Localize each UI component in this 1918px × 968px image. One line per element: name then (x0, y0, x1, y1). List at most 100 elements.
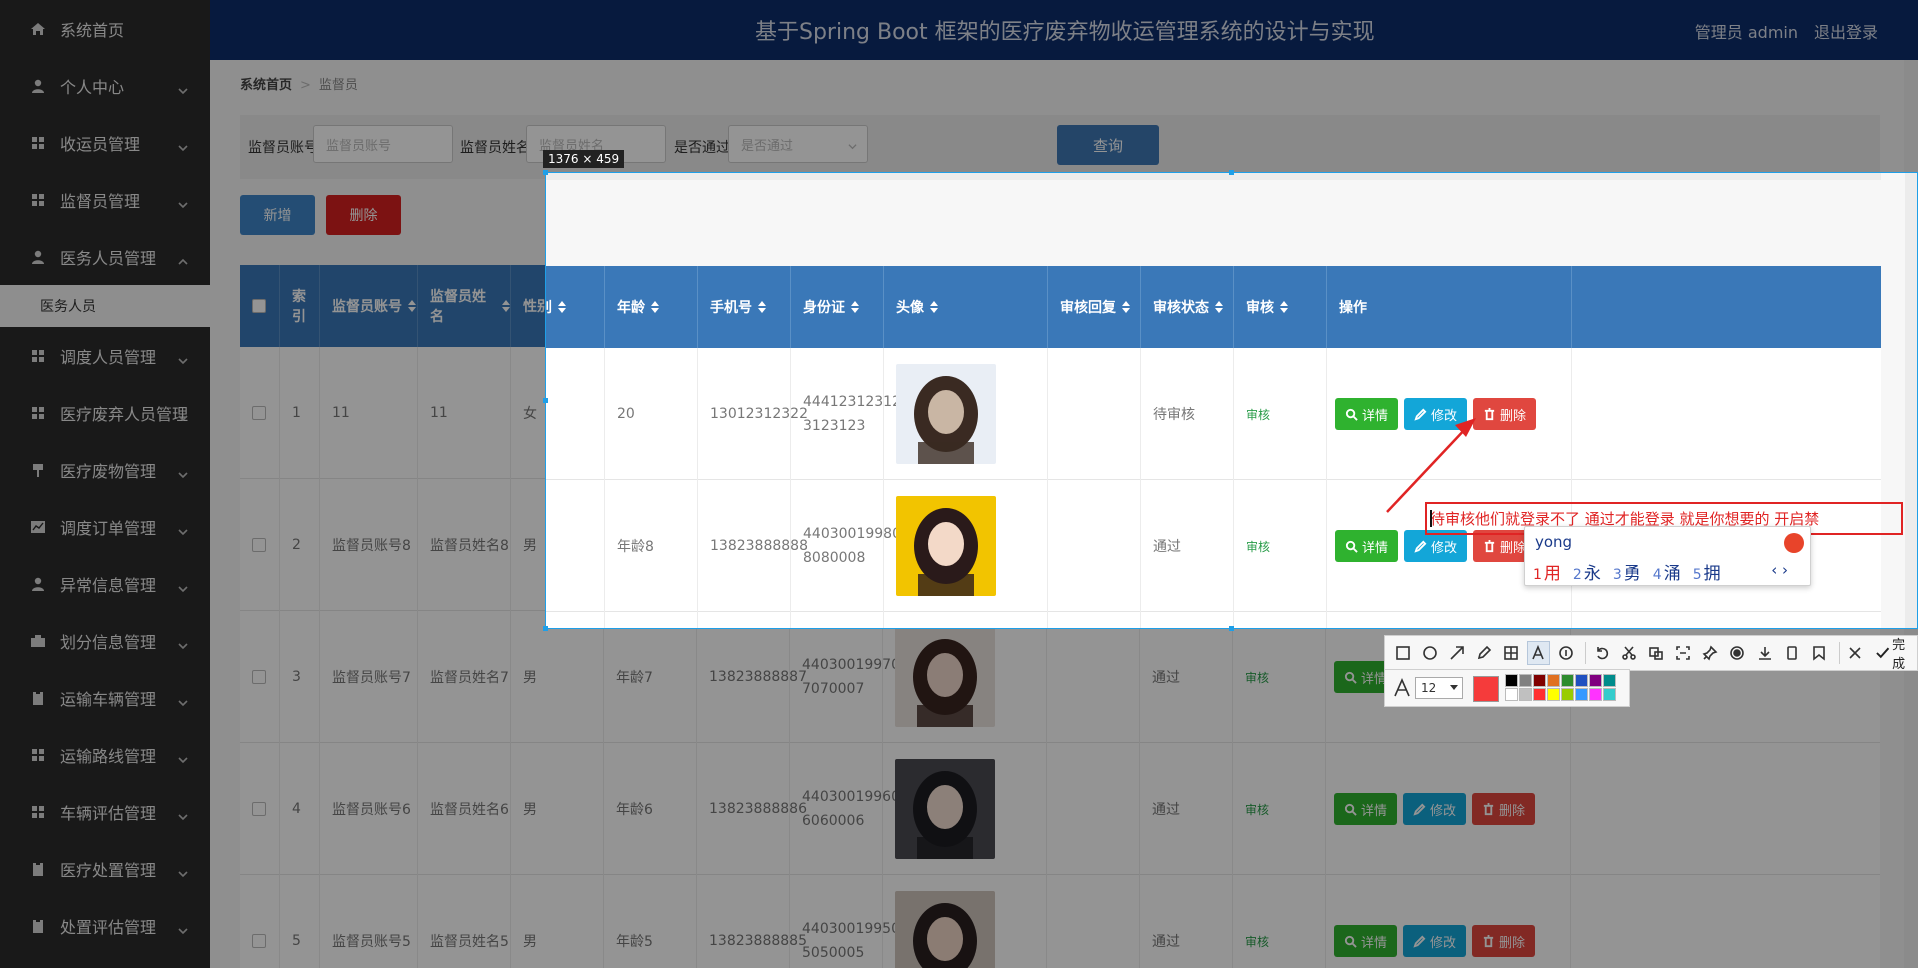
select-all-checkbox[interactable] (252, 299, 266, 313)
done-button[interactable]: 完成 (1875, 634, 1917, 672)
row-checkbox[interactable] (252, 802, 266, 816)
number-icon[interactable] (1554, 641, 1577, 665)
ime-candidate[interactable]: 5拥 (1693, 564, 1721, 584)
edit-button[interactable]: 修改 (1404, 398, 1468, 430)
color-swatch[interactable] (1561, 688, 1574, 701)
download-icon[interactable] (1753, 641, 1776, 665)
edit-button[interactable]: 修改 (1403, 925, 1467, 957)
color-swatch[interactable] (1589, 674, 1602, 687)
pass-select[interactable]: 是否通过 (728, 125, 868, 163)
sidebar-item[interactable]: 收运员管理 (0, 114, 210, 171)
sort-icon[interactable] (558, 301, 566, 313)
remove-button[interactable]: 删除 (1473, 398, 1537, 430)
mosaic-icon[interactable] (1500, 641, 1523, 665)
sidebar-item[interactable]: 个人中心 (0, 57, 210, 114)
translate-icon[interactable] (1644, 641, 1667, 665)
table-row[interactable]: 3监督员账号7监督员姓名7男年龄713823888887440300199707… (546, 612, 1881, 628)
row-checkbox[interactable] (252, 538, 266, 552)
sidebar-item[interactable]: 运输车辆管理 (0, 669, 210, 726)
sort-icon[interactable] (651, 301, 659, 313)
column-header[interactable]: 头像 (884, 266, 1048, 348)
add-button[interactable]: 新增 (240, 195, 315, 235)
sidebar-item[interactable]: 调度人员管理 (0, 327, 210, 384)
sort-icon[interactable] (1280, 301, 1288, 313)
color-swatch[interactable] (1519, 674, 1532, 687)
color-swatch[interactable] (1603, 688, 1616, 701)
column-header[interactable]: 手机号 (698, 266, 791, 348)
resize-handle[interactable] (1229, 626, 1234, 631)
sidebar-item[interactable]: 医疗废弃人员管理 (0, 384, 210, 441)
resize-handle[interactable] (543, 626, 548, 631)
sort-icon[interactable] (758, 301, 766, 313)
sort-icon[interactable] (930, 301, 938, 313)
sidebar-item[interactable]: 医疗处置管理 (0, 840, 210, 897)
arrow-icon[interactable] (1445, 641, 1468, 665)
sidebar-subitem[interactable]: 医务人员 (0, 285, 210, 327)
sidebar-item[interactable]: 异常信息管理 (0, 555, 210, 612)
color-swatch[interactable] (1575, 688, 1588, 701)
color-swatch[interactable] (1589, 688, 1602, 701)
color-swatch[interactable] (1575, 674, 1588, 687)
pin-icon[interactable] (1699, 641, 1722, 665)
audit-link[interactable]: 审核 (1245, 669, 1269, 686)
ime-candidate[interactable]: 2永 (1573, 564, 1601, 584)
color-swatch[interactable] (1533, 674, 1546, 687)
table-row[interactable]: 4 监督员账号6 监督员姓名6 男年龄6 13823888886 44030019960 6… (240, 743, 1880, 875)
column-header[interactable]: 性别 (546, 266, 605, 348)
select-all-cell[interactable] (240, 265, 280, 347)
column-header[interactable]: 审核 (1234, 266, 1327, 348)
resize-handle[interactable] (543, 398, 548, 403)
close-icon[interactable] (1844, 641, 1867, 665)
resize-handle[interactable] (1229, 170, 1234, 175)
text-icon[interactable] (1526, 641, 1550, 665)
table-row[interactable]: 11111女2013012312322444123123123123123待审核… (546, 348, 1881, 480)
sort-icon[interactable] (851, 301, 859, 313)
resize-handle[interactable] (543, 170, 548, 175)
color-swatch[interactable] (1533, 688, 1546, 701)
sidebar-item[interactable]: 系统首页 (0, 0, 210, 57)
font-size-select[interactable]: 12 (1415, 677, 1463, 699)
edit-button[interactable]: 修改 (1403, 793, 1467, 825)
bookmark-icon[interactable] (1807, 641, 1830, 665)
ellipse-icon[interactable] (1418, 641, 1441, 665)
scissors-icon[interactable] (1617, 641, 1640, 665)
account-input[interactable]: 监督员账号 (313, 125, 453, 163)
breadcrumb-home[interactable]: 系统首页 (240, 78, 292, 93)
color-swatch[interactable] (1505, 688, 1518, 701)
ime-candidate[interactable]: 1用 (1533, 564, 1561, 584)
sidebar-item[interactable]: 医务人员管理 (0, 228, 210, 285)
table-row[interactable]: 3监督员账号7监督员姓名7男年龄713823888887440300199707… (240, 611, 1880, 743)
audit-link[interactable]: 审核 (1245, 801, 1269, 818)
color-swatch[interactable] (1547, 674, 1560, 687)
ocr-icon[interactable] (1672, 641, 1695, 665)
sort-icon[interactable] (502, 300, 510, 312)
audit-link[interactable]: 审核 (1246, 538, 1270, 555)
sidebar-item[interactable]: 处置评估管理 (0, 897, 210, 954)
column-header[interactable]: 年龄 (605, 266, 698, 348)
remove-button[interactable]: 删除 (1472, 793, 1536, 825)
sort-icon[interactable] (1215, 301, 1223, 313)
sidebar-item[interactable]: 监督员管理 (0, 171, 210, 228)
ime-page-arrows[interactable]: ‹ › (1771, 561, 1788, 579)
logout-link[interactable]: 退出登录 (1814, 19, 1878, 43)
sidebar-item[interactable]: 运输路线管理 (0, 726, 210, 783)
current-color-swatch[interactable] (1473, 676, 1499, 702)
query-button[interactable]: 查询 (1057, 125, 1159, 165)
sidebar-item[interactable]: 车辆评估管理 (0, 783, 210, 840)
sort-icon[interactable] (1122, 301, 1130, 313)
phone-icon[interactable] (1780, 641, 1803, 665)
color-swatch[interactable] (1547, 688, 1560, 701)
ime-candidate[interactable]: 4涌 (1653, 564, 1681, 584)
pen-icon[interactable] (1472, 641, 1495, 665)
rectangle-icon[interactable] (1391, 641, 1414, 665)
undo-icon[interactable] (1590, 641, 1613, 665)
column-header[interactable]: 监督员姓名 (418, 265, 511, 347)
column-header[interactable]: 审核回复 (1048, 266, 1141, 348)
color-swatch[interactable] (1561, 674, 1574, 687)
table-row[interactable]: 5 监督员账号5 监督员姓名5 男年龄5 13823888885 44030019950 5… (240, 875, 1880, 968)
row-checkbox[interactable] (252, 406, 266, 420)
column-header[interactable]: 身份证 (791, 266, 884, 348)
detail-button[interactable]: 详情 (1334, 793, 1398, 825)
delete-button[interactable]: 删除 (326, 195, 401, 235)
ime-candidate[interactable]: 3勇 (1613, 564, 1641, 584)
